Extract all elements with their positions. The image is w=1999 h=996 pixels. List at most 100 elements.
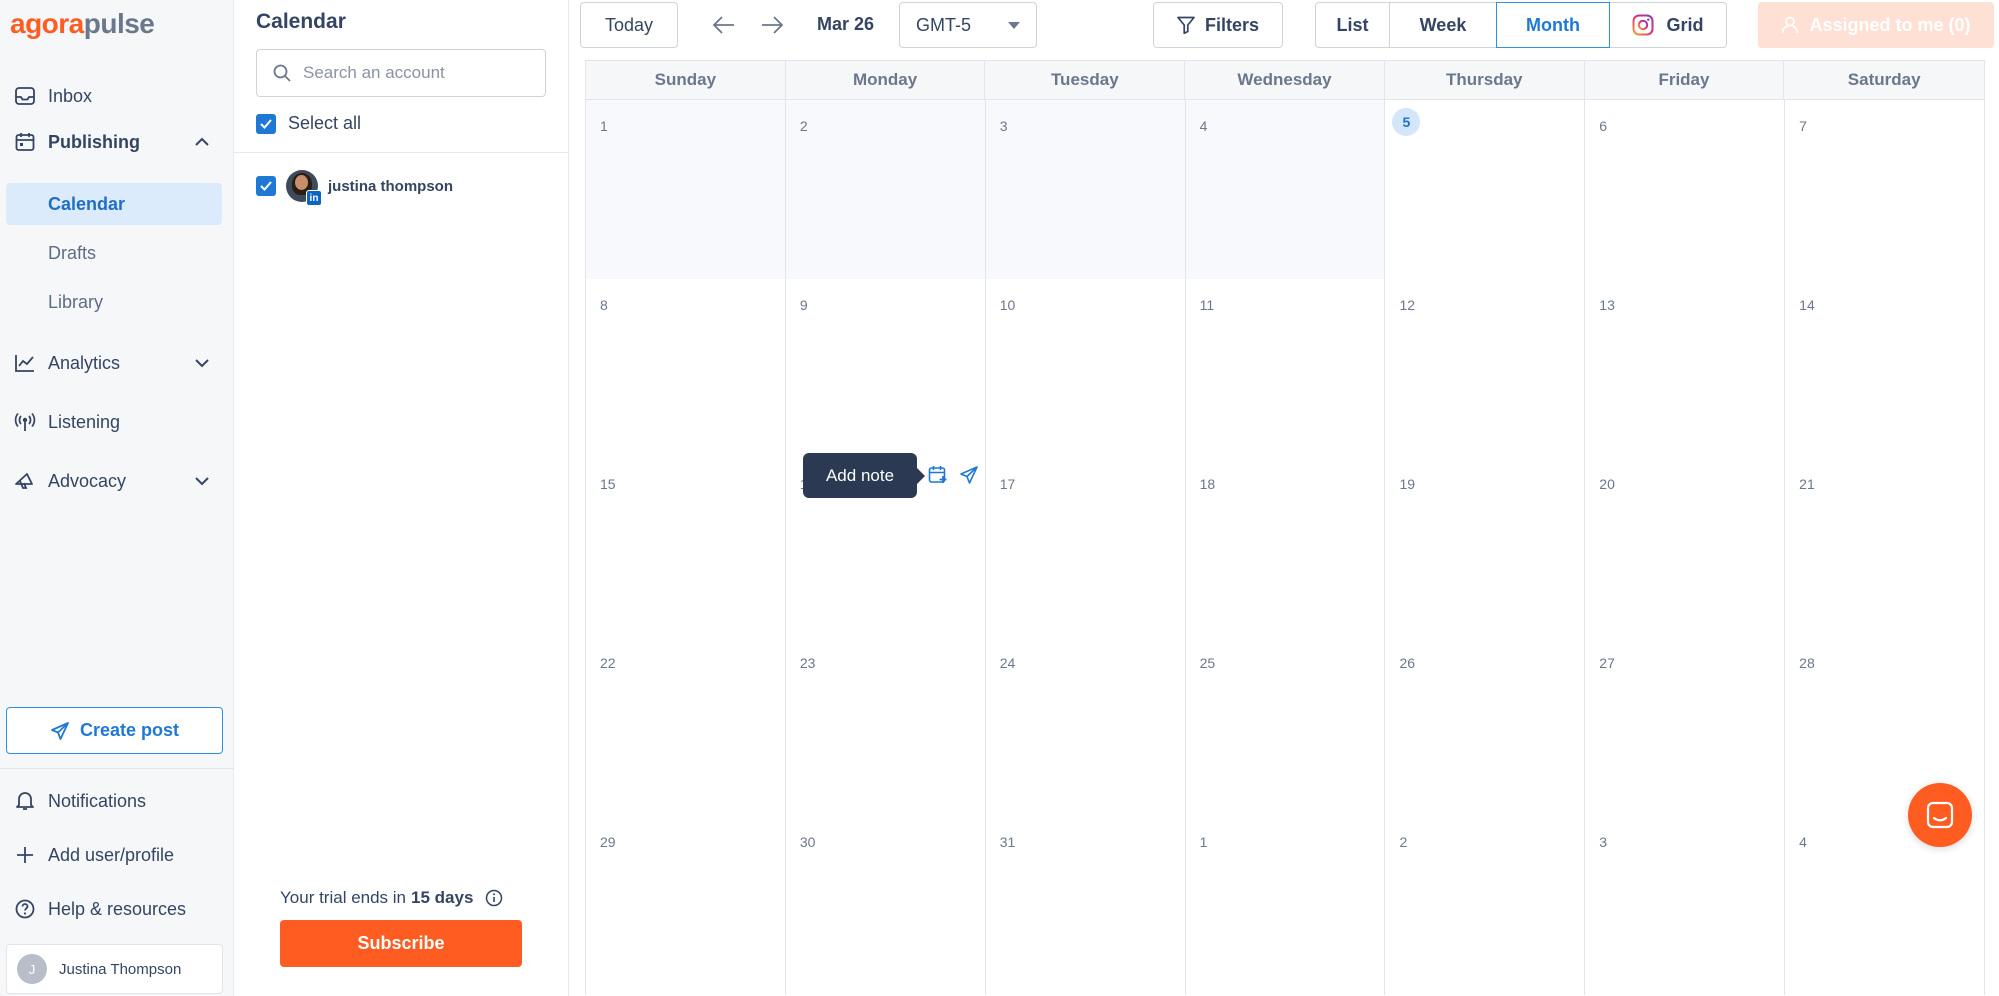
nav-subitem-library[interactable]: Library [6,281,222,323]
select-all-checkbox[interactable]: Select all [256,113,361,134]
calendar-day-cell[interactable]: 21 [1785,458,1986,637]
day-number: 23 [799,655,816,671]
calendar-week: 8 9 10 11 12 13 14 [585,279,1986,458]
calendar-day-cell[interactable]: 22 [586,637,786,816]
calendar-day-cell[interactable]: 4 [1185,100,1386,279]
calendar-day-cell[interactable]: 11 [1185,279,1386,458]
calendar-day-cell[interactable]: 31 [985,816,1186,995]
account-row[interactable]: in justina thompson [256,170,453,206]
calendar-day-cell-today[interactable]: 5 [1385,100,1586,279]
chat-icon [1926,801,1954,829]
calendar-day-cell[interactable]: 2 [1385,816,1586,995]
day-number: 3 [999,118,1008,134]
calendar-day-cell[interactable]: 8 [586,279,786,458]
calendar-day-cell[interactable]: 24 [985,637,1186,816]
nav-item-inbox[interactable]: Inbox [0,76,234,116]
calendar-day-cell[interactable]: 10 [985,279,1186,458]
day-number: 20 [1599,476,1615,492]
calendar-day-cell[interactable]: 15 [586,458,786,637]
calendar-day-cell[interactable]: 18 [1185,458,1386,637]
day-number: 10 [999,297,1016,313]
chevron-down-icon[interactable] [192,353,212,373]
nav-subitem-drafts[interactable]: Drafts [6,232,222,274]
view-tab-grid[interactable]: Grid [1609,2,1727,48]
day-number: 21 [1799,476,1815,492]
day-number: 3 [1599,834,1608,850]
timezone-select[interactable]: GMT-5 [899,2,1037,48]
agorapulse-logo[interactable]: agorapulse [10,8,155,40]
calendar-day-cell[interactable]: 27 [1585,637,1786,816]
day-number: 27 [1599,655,1615,671]
day-number: 19 [1399,476,1416,492]
calendar-day-cell[interactable]: 2 [785,100,986,279]
day-number: 1 [600,118,608,134]
calendar-day-cell[interactable]: 3 [1585,816,1786,995]
calendar-day-cell[interactable]: 25 [1185,637,1386,816]
view-tab-week[interactable]: Week [1389,2,1497,48]
nav-item-analytics[interactable]: Analytics [0,343,234,383]
assigned-to-me-button[interactable]: Assigned to me (0) [1758,2,1994,48]
nav-item-advocacy[interactable]: Advocacy [0,461,234,501]
nav-item-notifications[interactable]: Notifications [0,781,234,821]
calendar-day-cell[interactable]: 3 [985,100,1186,279]
timezone-value: GMT-5 [916,14,972,35]
calendar-day-cell[interactable]: 26 [1385,637,1586,816]
account-search-box[interactable] [256,49,546,97]
calendar-day-cell[interactable]: 9 [785,279,986,458]
main-nav: agorapulse Inbox Publishing Calendar Dra… [0,0,234,996]
nav-notifications-label: Notifications [48,790,147,811]
chevron-down-icon[interactable] [192,471,212,491]
calendar-day-cell[interactable]: 23 [785,637,986,816]
dow-header: Wednesday [1185,61,1385,99]
dow-header: Friday [1585,61,1785,99]
checkbox-checked-icon [256,113,276,134]
arrow-left-icon[interactable] [712,14,736,36]
arrow-right-icon[interactable] [760,14,784,36]
nav-item-add-user[interactable]: Add user/profile [0,835,234,875]
day-number: 13 [1599,297,1615,313]
create-post-button[interactable]: Create post [6,707,223,754]
nav-listening-label: Listening [48,411,121,432]
day-number: 6 [1599,118,1608,134]
filters-button[interactable]: Filters [1153,2,1283,48]
checkbox-checked-icon[interactable] [256,176,276,196]
calendar-day-cell[interactable]: 13 [1585,279,1786,458]
chevron-up-icon[interactable] [192,132,212,152]
calendar-day-cell[interactable]: 1 [1185,816,1386,995]
info-icon[interactable] [485,889,503,907]
subscribe-button[interactable]: Subscribe [280,920,522,967]
nav-subitem-calendar[interactable]: Calendar [6,183,222,225]
calendar-day-cell[interactable]: 30 [785,816,986,995]
view-tab-month[interactable]: Month [1496,2,1610,48]
dow-header: Saturday [1847,70,1921,89]
day-number: 2 [1399,834,1408,850]
nav-analytics-label: Analytics [48,352,121,373]
calendar-day-cell[interactable]: 12 [1385,279,1586,458]
calendar-day-cell[interactable]: 19 [1385,458,1586,637]
calendar-day-cell[interactable]: 29 [586,816,786,995]
nav-item-help[interactable]: Help & resources [0,889,234,929]
calendar-day-cell[interactable]: 1 [586,100,786,279]
calendar-day-cell[interactable]: 17 [985,458,1186,637]
broadcast-icon [14,411,36,433]
nav-item-listening[interactable]: Listening [0,402,234,442]
calendar-day-cell[interactable]: 20 [1585,458,1786,637]
day-number: 7 [1799,118,1807,134]
today-button[interactable]: Today [580,2,678,48]
add-note-icon[interactable] [928,465,948,485]
panel-divider [234,152,569,153]
day-number: 14 [1799,297,1815,313]
account-search-input[interactable] [303,63,533,83]
today-day-number: 5 [1392,108,1421,136]
calendar-day-cell[interactable]: 14 [1785,279,1986,458]
user-profile-button[interactable]: J Justina Thompson [6,944,223,994]
send-icon [51,721,69,740]
calendar-day-cell[interactable]: 7 [1785,100,1986,279]
view-tab-list[interactable]: List [1315,2,1390,48]
calendar-week: 15 16 17 18 19 20 21 [585,458,1986,637]
day-number: 26 [1399,655,1416,671]
chat-launcher-button[interactable] [1908,783,1972,847]
schedule-post-icon[interactable] [959,465,979,485]
nav-item-publishing[interactable]: Publishing [0,122,234,162]
calendar-day-cell[interactable]: 6 [1585,100,1786,279]
